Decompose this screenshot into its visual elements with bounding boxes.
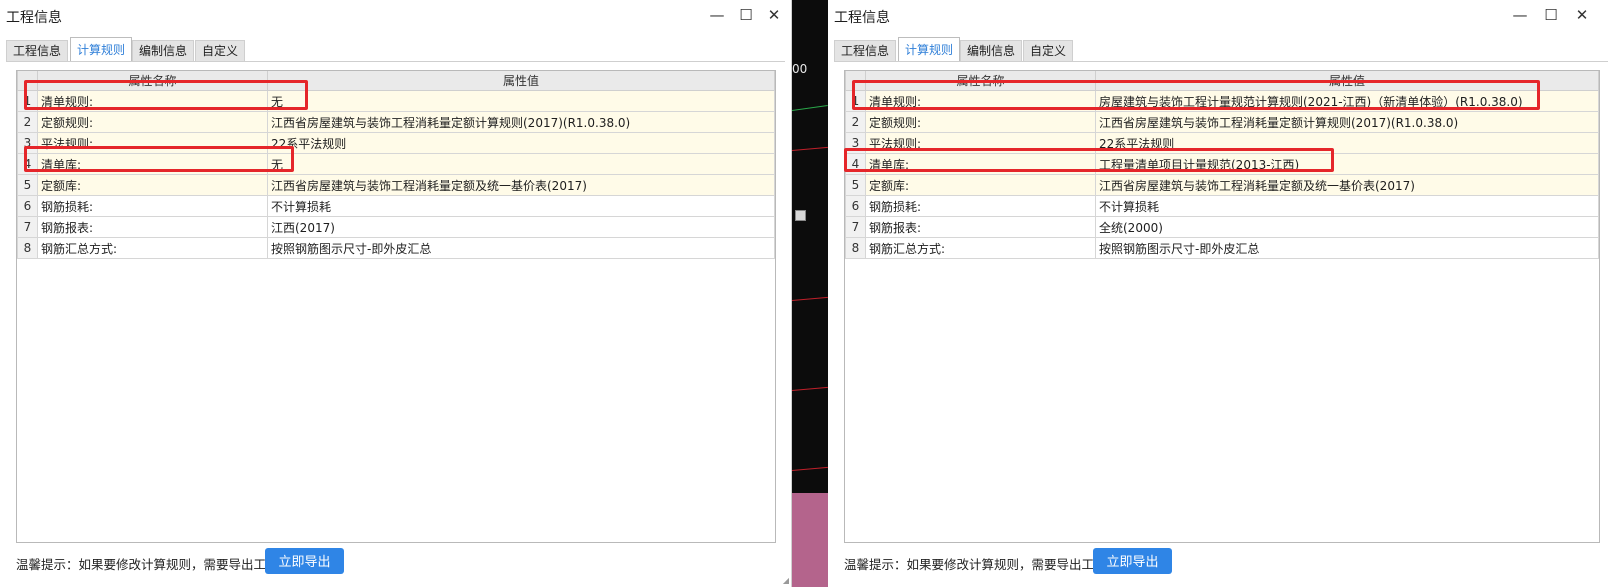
minimize-icon[interactable]: — — [705, 4, 729, 26]
table-row[interactable]: 2 定额规则: 江西省房屋建筑与装饰工程消耗量定额计算规则(2017)(R1.0… — [17, 111, 775, 133]
tab-compile-info[interactable]: 编制信息 — [960, 40, 1023, 61]
viewport-grip — [795, 210, 806, 221]
highlight-box-bill-rule — [852, 80, 1540, 110]
property-name: 定额库: — [865, 174, 1096, 196]
property-value[interactable]: 全统(2000) — [1095, 216, 1599, 238]
resize-grip-icon[interactable]: ◢ — [783, 576, 789, 585]
table-row[interactable]: 8 钢筋汇总方式: 按照钢筋图示尺寸-即外皮汇总 — [17, 237, 775, 259]
tab-custom[interactable]: 自定义 — [1023, 40, 1074, 61]
row-number: 5 — [845, 174, 866, 196]
table-row[interactable]: 5 定额库: 江西省房屋建筑与装饰工程消耗量定额及统一基价表(2017) — [17, 174, 775, 196]
table-row[interactable]: 7 钢筋报表: 全统(2000) — [845, 216, 1599, 238]
tab-divider — [834, 61, 1608, 62]
property-value[interactable]: 不计算损耗 — [1095, 195, 1599, 217]
table-row[interactable]: 6 钢筋损耗: 不计算损耗 — [17, 195, 775, 217]
highlight-box-bill-library — [844, 148, 1334, 172]
property-name: 定额库: — [37, 174, 268, 196]
close-icon[interactable]: ✕ — [1570, 4, 1594, 26]
title-bar: 工程信息 — ☐ ✕ — [0, 0, 791, 32]
table-row[interactable]: 8 钢筋汇总方式: 按照钢筋图示尺寸-即外皮汇总 — [845, 237, 1599, 259]
property-name: 钢筋损耗: — [865, 195, 1096, 217]
property-name: 钢筋报表: — [37, 216, 268, 238]
viewport-line — [792, 386, 828, 391]
property-value[interactable]: 江西(2017) — [267, 216, 775, 238]
property-name: 定额规则: — [37, 111, 268, 133]
viewport-line — [792, 296, 828, 301]
tip-text: 温馨提示：如果要修改计算规则，需要导出工程 — [844, 557, 1107, 572]
export-now-button[interactable]: 立即导出 — [1093, 548, 1172, 574]
viewport-line — [792, 104, 828, 111]
viewport-pink-region — [792, 493, 828, 587]
row-number: 7 — [845, 216, 866, 238]
property-value[interactable]: 无 — [267, 153, 775, 175]
viewport-line — [792, 146, 828, 151]
property-value[interactable]: 按照钢筋图示尺寸-即外皮汇总 — [1095, 237, 1599, 259]
row-number: 8 — [845, 237, 866, 259]
maximize-icon[interactable]: ☐ — [734, 4, 758, 26]
tip-text: 温馨提示：如果要修改计算规则，需要导出工程 — [16, 557, 279, 572]
property-value[interactable]: 无 — [267, 90, 775, 112]
property-value[interactable]: 江西省房屋建筑与装饰工程消耗量定额及统一基价表(2017) — [267, 174, 775, 196]
property-value[interactable]: 不计算损耗 — [267, 195, 775, 217]
property-grid: 属性名称 属性值 1 清单规则: 房屋建筑与装饰工程计量规范计算规则(2021-… — [844, 70, 1600, 543]
table-row[interactable]: 5 定额库: 江西省房屋建筑与装饰工程消耗量定额及统一基价表(2017) — [845, 174, 1599, 196]
cad-viewport-background: 00 — [792, 0, 828, 587]
tab-custom[interactable]: 自定义 — [195, 40, 246, 61]
row-number: 2 — [845, 111, 866, 133]
row-number: 8 — [17, 237, 38, 259]
property-value[interactable]: 江西省房屋建筑与装饰工程消耗量定额及统一基价表(2017) — [1095, 174, 1599, 196]
property-name: 钢筋汇总方式: — [37, 237, 268, 259]
project-info-dialog-right: 工程信息 — ☐ ✕ 工程信息 计算规则 编制信息 自定义 属性名称 属性值 1… — [828, 0, 1614, 587]
tab-project-info[interactable]: 工程信息 — [6, 40, 69, 61]
tab-calc-rules[interactable]: 计算规则 — [70, 37, 133, 62]
viewport-text: 00 — [792, 62, 808, 76]
row-number: 2 — [17, 111, 38, 133]
title-bar: 工程信息 — ☐ ✕ — [828, 0, 1614, 32]
table-row[interactable]: 2 定额规则: 江西省房屋建筑与装饰工程消耗量定额计算规则(2017)(R1.0… — [845, 111, 1599, 133]
dialog-title: 工程信息 — [6, 10, 62, 26]
minimize-icon[interactable]: — — [1508, 4, 1532, 26]
row-number: 6 — [845, 195, 866, 217]
property-value[interactable]: 江西省房屋建筑与装饰工程消耗量定额计算规则(2017)(R1.0.38.0) — [267, 111, 775, 133]
viewport-line — [792, 466, 828, 471]
export-now-button[interactable]: 立即导出 — [265, 548, 344, 574]
property-name: 钢筋汇总方式: — [865, 237, 1096, 259]
property-value[interactable]: 江西省房屋建筑与装饰工程消耗量定额计算规则(2017)(R1.0.38.0) — [1095, 111, 1599, 133]
tab-divider — [6, 61, 785, 62]
maximize-icon[interactable]: ☐ — [1539, 4, 1563, 26]
tab-compile-info[interactable]: 编制信息 — [132, 40, 195, 61]
property-name: 钢筋损耗: — [37, 195, 268, 217]
row-number: 7 — [17, 216, 38, 238]
tab-project-info[interactable]: 工程信息 — [834, 40, 897, 61]
property-value[interactable]: 按照钢筋图示尺寸-即外皮汇总 — [267, 237, 775, 259]
row-number: 6 — [17, 195, 38, 217]
dialog-title: 工程信息 — [834, 10, 890, 26]
highlight-box-bill-library — [24, 146, 294, 172]
row-number: 5 — [17, 174, 38, 196]
property-value[interactable]: 22系平法规则 — [267, 132, 775, 154]
table-row[interactable]: 7 钢筋报表: 江西(2017) — [17, 216, 775, 238]
project-info-dialog-left: 工程信息 — ☐ ✕ 工程信息 计算规则 编制信息 自定义 属性名称 属性值 1… — [0, 0, 792, 587]
table-row[interactable]: 6 钢筋损耗: 不计算损耗 — [845, 195, 1599, 217]
highlight-box-bill-rule — [24, 80, 308, 110]
tab-calc-rules[interactable]: 计算规则 — [898, 37, 961, 62]
property-grid: 属性名称 属性值 1 清单规则: 无 2 定额规则: 江西省房屋建筑与装饰工程消… — [16, 70, 776, 543]
property-name: 钢筋报表: — [865, 216, 1096, 238]
column-header-value[interactable]: 属性值 — [267, 71, 775, 91]
close-icon[interactable]: ✕ — [762, 4, 786, 26]
property-name: 定额规则: — [865, 111, 1096, 133]
